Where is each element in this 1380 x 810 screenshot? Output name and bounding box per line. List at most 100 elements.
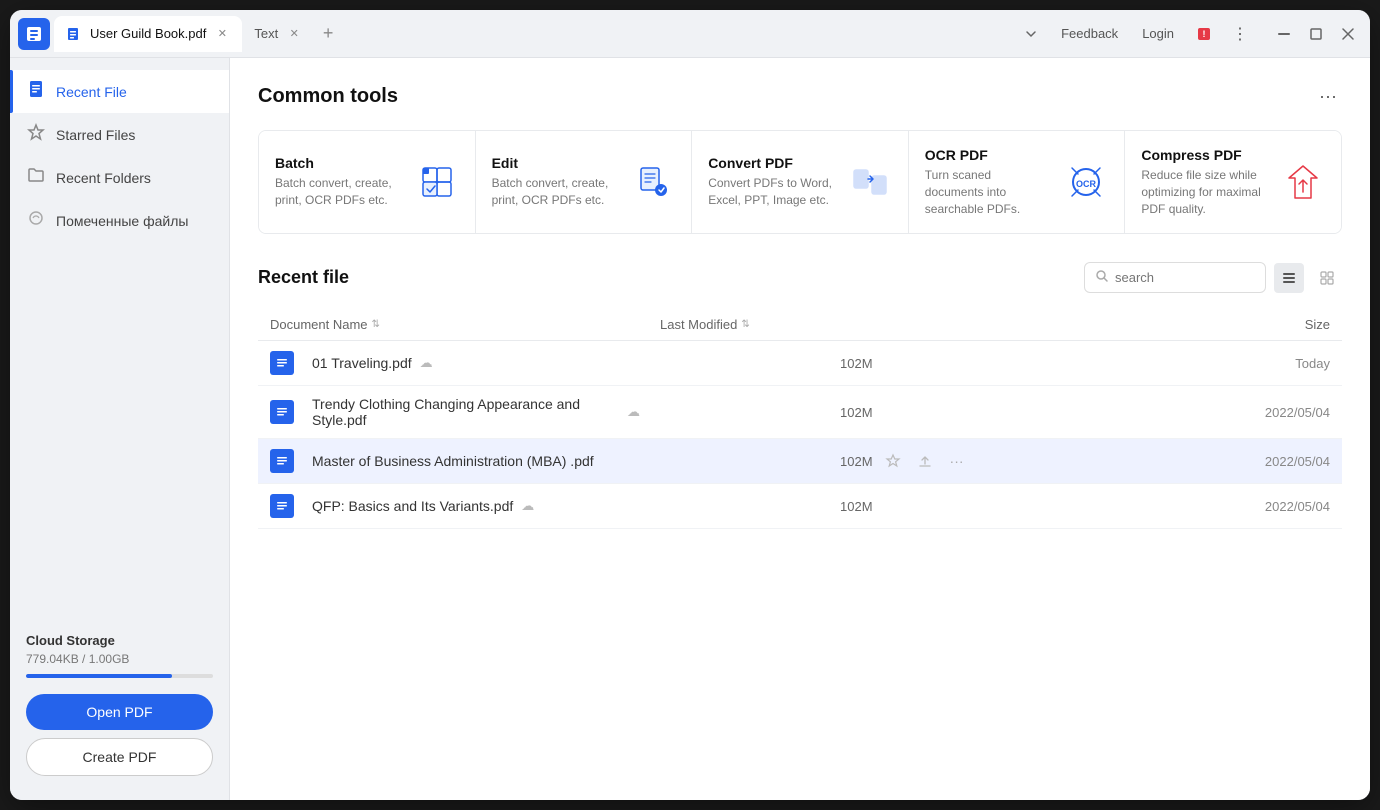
- sidebar-item-recent-folders-label: Recent Folders: [56, 170, 151, 186]
- tool-edit-text: Edit Batch convert, create, print, OCR P…: [492, 155, 618, 209]
- file1-name-text: 01 Traveling.pdf: [312, 355, 412, 371]
- table-header: Document Name ⇅ Last Modified ⇅ Size: [258, 309, 1342, 341]
- tool-ocr-pdf-text: OCR PDF Turn scaned documents into searc…: [925, 147, 1051, 217]
- app-logo: [18, 18, 50, 50]
- sidebar: Recent File Starred Files Recent Folders: [10, 58, 230, 800]
- starred-files-icon: [26, 123, 46, 146]
- tool-batch-text: Batch Batch convert, create, print, OCR …: [275, 155, 401, 209]
- notifications-icon[interactable]: !: [1190, 20, 1218, 48]
- file3-size: 102M: [840, 454, 873, 469]
- tool-edit[interactable]: Edit Batch convert, create, print, OCR P…: [476, 131, 693, 233]
- file1-cloud-icon: ☁: [420, 355, 433, 371]
- sidebar-bottom: Cloud Storage 779.04KB / 1.00GB Open PDF…: [10, 621, 229, 788]
- file3-icon: [270, 449, 294, 473]
- tool-convert-pdf-icon: [848, 160, 892, 204]
- common-tools-title: Common tools: [258, 85, 398, 108]
- tool-ocr-pdf-icon: OCR: [1064, 160, 1108, 204]
- file3-more-button[interactable]: ···: [945, 449, 969, 473]
- search-input[interactable]: [1115, 270, 1255, 285]
- file1-date: Today: [1210, 356, 1330, 371]
- close-button[interactable]: [1334, 20, 1362, 48]
- sidebar-item-recent-file[interactable]: Recent File: [10, 70, 229, 113]
- tab1-close[interactable]: ✕: [214, 26, 230, 42]
- tool-compress-pdf-text: Compress PDF Reduce file size while opti…: [1141, 147, 1267, 217]
- file3-name-text: Master of Business Administration (MBA) …: [312, 453, 594, 469]
- sort-modified-icon[interactable]: ⇅: [741, 319, 749, 330]
- feedback-button[interactable]: Feedback: [1053, 22, 1126, 45]
- search-and-view: [1084, 262, 1342, 293]
- table-row[interactable]: 01 Traveling.pdf ☁ 102M Today: [258, 341, 1342, 386]
- login-button[interactable]: Login: [1134, 22, 1182, 45]
- tab1-label: User Guild Book.pdf: [90, 26, 206, 41]
- file1-size: 102M: [840, 356, 873, 371]
- col-name-header: Document Name ⇅: [270, 317, 660, 332]
- file3-upload-button[interactable]: [913, 449, 937, 473]
- file4-icon: [270, 494, 294, 518]
- file2-name-text: Trendy Clothing Changing Appearance and …: [312, 396, 619, 428]
- search-icon: [1095, 269, 1109, 286]
- open-pdf-button[interactable]: Open PDF: [26, 694, 213, 730]
- tool-compress-pdf[interactable]: Compress PDF Reduce file size while opti…: [1125, 131, 1341, 233]
- tool-batch[interactable]: Batch Batch convert, create, print, OCR …: [259, 131, 476, 233]
- tab-user-guild-book[interactable]: User Guild Book.pdf ✕: [54, 16, 242, 52]
- tool-compress-pdf-icon: [1281, 160, 1325, 204]
- table-row[interactable]: Trendy Clothing Changing Appearance and …: [258, 386, 1342, 439]
- cloud-progress-fill: [26, 674, 172, 678]
- window-controls: [1270, 20, 1362, 48]
- tab-text[interactable]: Text ✕: [242, 16, 314, 52]
- tool-batch-desc: Batch convert, create, print, OCR PDFs e…: [275, 175, 401, 209]
- sidebar-item-recent-folders[interactable]: Recent Folders: [10, 156, 229, 199]
- common-tools-more-button[interactable]: ···: [1314, 82, 1342, 110]
- minimize-button[interactable]: [1270, 20, 1298, 48]
- cloud-storage-label: Cloud Storage: [26, 633, 213, 648]
- tab2-close[interactable]: ✕: [286, 26, 302, 42]
- maximize-button[interactable]: [1302, 20, 1330, 48]
- file3-date: 2022/05/04: [1210, 454, 1330, 469]
- dropdown-icon[interactable]: [1017, 20, 1045, 48]
- file3-star-button[interactable]: [881, 449, 905, 473]
- more-options-icon[interactable]: ⋮: [1226, 20, 1254, 48]
- tool-convert-pdf-desc: Convert PDFs to Word, Excel, PPT, Image …: [708, 175, 834, 209]
- tools-grid: Batch Batch convert, create, print, OCR …: [258, 130, 1342, 234]
- tool-ocr-pdf-name: OCR PDF: [925, 147, 1051, 163]
- main-layout: Recent File Starred Files Recent Folders: [10, 58, 1370, 800]
- sort-name-icon[interactable]: ⇅: [372, 319, 380, 330]
- file4-cloud-icon: ☁: [521, 498, 534, 514]
- table-row[interactable]: QFP: Basics and Its Variants.pdf ☁ 102M …: [258, 484, 1342, 529]
- tool-convert-pdf[interactable]: Convert PDF Convert PDFs to Word, Excel,…: [692, 131, 909, 233]
- file4-size: 102M: [840, 499, 873, 514]
- file1-icon: [270, 351, 294, 375]
- tool-edit-desc: Batch convert, create, print, OCR PDFs e…: [492, 175, 618, 209]
- col-size-header: Size: [1250, 317, 1330, 332]
- tab2-label: Text: [254, 26, 278, 41]
- table-row[interactable]: Master of Business Administration (MBA) …: [258, 439, 1342, 484]
- sidebar-item-marked-files[interactable]: Помеченные файлы: [10, 199, 229, 242]
- svg-text:OCR: OCR: [1076, 179, 1097, 189]
- svg-text:!: !: [1203, 29, 1206, 39]
- tool-batch-name: Batch: [275, 155, 401, 171]
- file2-icon: [270, 400, 294, 424]
- sidebar-item-starred-files[interactable]: Starred Files: [10, 113, 229, 156]
- sidebar-item-marked-files-label: Помеченные файлы: [56, 213, 188, 229]
- recent-folders-icon: [26, 166, 46, 189]
- file-table: Document Name ⇅ Last Modified ⇅ Size: [258, 309, 1342, 529]
- create-pdf-button[interactable]: Create PDF: [26, 738, 213, 776]
- file2-size: 102M: [840, 405, 873, 420]
- tool-ocr-pdf[interactable]: OCR PDF Turn scaned documents into searc…: [909, 131, 1126, 233]
- view-grid-button[interactable]: [1312, 263, 1342, 293]
- tool-convert-pdf-text: Convert PDF Convert PDFs to Word, Excel,…: [708, 155, 834, 209]
- file3-name: Master of Business Administration (MBA) …: [270, 449, 640, 473]
- tab-add-button[interactable]: +: [314, 20, 342, 48]
- tab-bar: User Guild Book.pdf ✕ Text ✕ +: [54, 10, 1017, 57]
- title-bar-actions: Feedback Login ! ⋮: [1017, 20, 1362, 48]
- view-list-button[interactable]: [1274, 263, 1304, 293]
- recent-file-icon: [26, 80, 46, 103]
- file2-name: Trendy Clothing Changing Appearance and …: [270, 396, 640, 428]
- sidebar-item-recent-file-label: Recent File: [56, 84, 127, 100]
- tool-compress-pdf-name: Compress PDF: [1141, 147, 1267, 163]
- file2-date: 2022/05/04: [1210, 405, 1330, 420]
- title-bar: User Guild Book.pdf ✕ Text ✕ + Feedback …: [10, 10, 1370, 58]
- tool-ocr-pdf-desc: Turn scaned documents into searchable PD…: [925, 167, 1051, 217]
- tool-edit-name: Edit: [492, 155, 618, 171]
- file2-cloud-icon: ☁: [627, 404, 640, 420]
